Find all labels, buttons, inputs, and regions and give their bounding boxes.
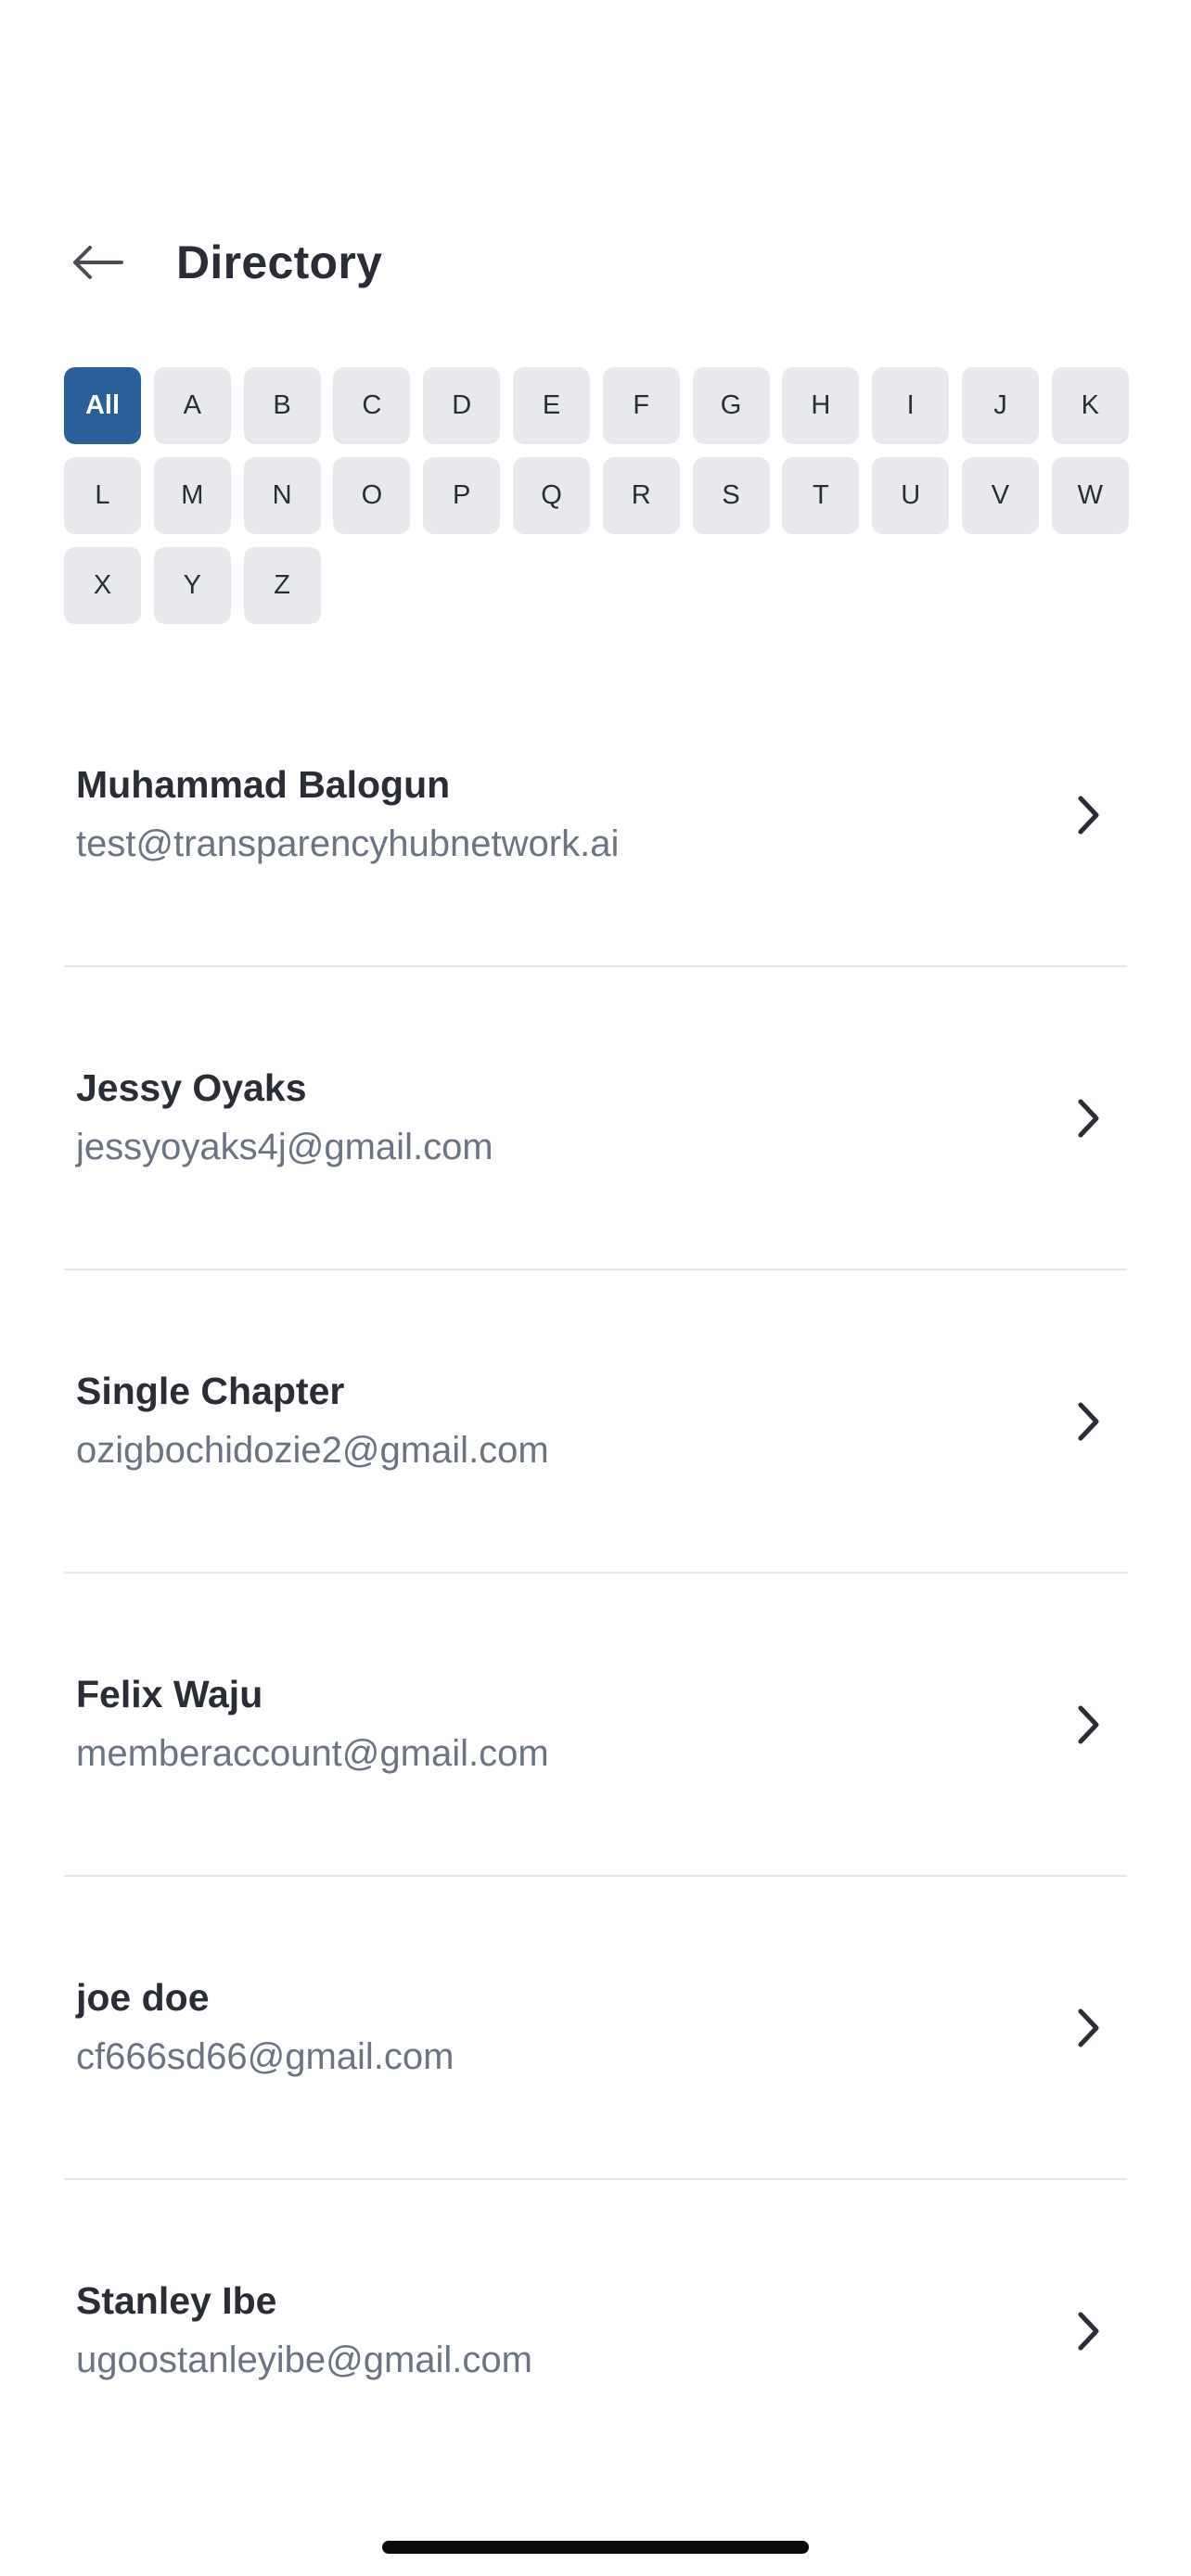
- directory-screen: Directory All A B C D E F G H I J K L M N O P Q R S T U V W X Y Z …: [0, 0, 1191, 2576]
- letter-filter-h[interactable]: H: [782, 367, 860, 444]
- chevron-right-icon: [1078, 796, 1099, 835]
- member-name: Jessy Oyaks: [76, 1066, 307, 1109]
- letter-filter-j[interactable]: J: [961, 367, 1039, 444]
- letter-filter-d[interactable]: D: [423, 367, 501, 444]
- letter-filter-a[interactable]: A: [153, 367, 231, 444]
- letter-filter-e[interactable]: E: [512, 367, 590, 444]
- member-email: cf666sd66@gmail.com: [76, 2036, 455, 2077]
- member-list-item[interactable]: Felix Waju memberaccount@gmail.com: [64, 1574, 1127, 1877]
- letter-filter-b[interactable]: B: [243, 367, 321, 444]
- letter-filter-u[interactable]: U: [872, 457, 950, 534]
- letter-filter-i[interactable]: I: [872, 367, 950, 444]
- letter-filter-n[interactable]: N: [243, 457, 321, 534]
- member-info: Stanley Ibe ugoostanleyibe@gmail.com: [76, 2276, 532, 2384]
- chevron-right-icon: [1078, 2312, 1099, 2351]
- arrow-left-icon: [73, 246, 123, 279]
- letter-filter-all[interactable]: All: [64, 367, 141, 444]
- letter-filter-s[interactable]: S: [692, 457, 770, 534]
- member-name: Single Chapter: [76, 1370, 345, 1412]
- letter-filter-v[interactable]: V: [961, 457, 1039, 534]
- member-info: joe doe cf666sd66@gmail.com: [76, 1973, 454, 2081]
- member-list-item[interactable]: Muhammad Balogun test@transparencyhubnetw…: [64, 664, 1127, 967]
- member-info: Muhammad Balogun test@transparencyhubnetw…: [76, 760, 619, 868]
- letter-filter-k[interactable]: K: [1051, 367, 1129, 444]
- member-email: ugoostanleyibe@gmail.com: [76, 2340, 532, 2380]
- directory-list: Muhammad Balogun test@transparencyhubnetw…: [64, 664, 1127, 2483]
- chevron-right-icon: [1078, 1099, 1099, 1138]
- member-name: Muhammad Balogun: [76, 763, 451, 806]
- back-button[interactable]: [65, 230, 130, 295]
- letter-filter-z[interactable]: Z: [243, 547, 321, 624]
- member-email: memberaccount@gmail.com: [76, 1733, 549, 1774]
- letter-filter-y[interactable]: Y: [153, 547, 231, 624]
- letter-filter-p[interactable]: P: [423, 457, 501, 534]
- member-info: Jessy Oyaks jessyoyaks4j@gmail.com: [76, 1064, 493, 1171]
- letter-filter-x[interactable]: X: [64, 547, 141, 624]
- letter-filter-t[interactable]: T: [782, 457, 860, 534]
- letter-filter-q[interactable]: Q: [512, 457, 590, 534]
- member-list-item[interactable]: Single Chapter ozigbochidozie2@gmail.com: [64, 1270, 1127, 1574]
- member-list-item[interactable]: joe doe cf666sd66@gmail.com: [64, 1877, 1127, 2180]
- letter-filter-r[interactable]: R: [602, 457, 680, 534]
- member-email: ozigbochidozie2@gmail.com: [76, 1430, 549, 1471]
- header: Directory: [65, 211, 382, 313]
- home-indicator: [382, 2541, 809, 2554]
- letter-filter-w[interactable]: W: [1051, 457, 1129, 534]
- member-email: test@transparencyhubnetwork.ai: [76, 823, 620, 864]
- chevron-right-icon: [1078, 1705, 1099, 1744]
- member-info: Single Chapter ozigbochidozie2@gmail.com: [76, 1367, 549, 1474]
- letter-filter-o[interactable]: O: [333, 457, 411, 534]
- alphabet-filter: All A B C D E F G H I J K L M N O P Q R S T U V W X Y Z: [64, 367, 1129, 624]
- chevron-right-icon: [1078, 1402, 1099, 1441]
- letter-filter-g[interactable]: G: [692, 367, 770, 444]
- member-info: Felix Waju memberaccount@gmail.com: [76, 1670, 549, 1778]
- member-list-item[interactable]: Stanley Ibe ugoostanleyibe@gmail.com: [64, 2180, 1127, 2483]
- letter-filter-c[interactable]: C: [333, 367, 411, 444]
- member-list-item[interactable]: Jessy Oyaks jessyoyaks4j@gmail.com: [64, 967, 1127, 1270]
- member-name: Felix Waju: [76, 1673, 263, 1715]
- member-email: jessyoyaks4j@gmail.com: [76, 1127, 493, 1167]
- letter-filter-l[interactable]: L: [64, 457, 141, 534]
- page-title: Directory: [176, 236, 383, 288]
- letter-filter-f[interactable]: F: [602, 367, 680, 444]
- member-name: joe doe: [76, 1976, 210, 2019]
- letter-filter-m[interactable]: M: [153, 457, 231, 534]
- member-name: Stanley Ibe: [76, 2279, 277, 2322]
- chevron-right-icon: [1078, 2009, 1099, 2047]
